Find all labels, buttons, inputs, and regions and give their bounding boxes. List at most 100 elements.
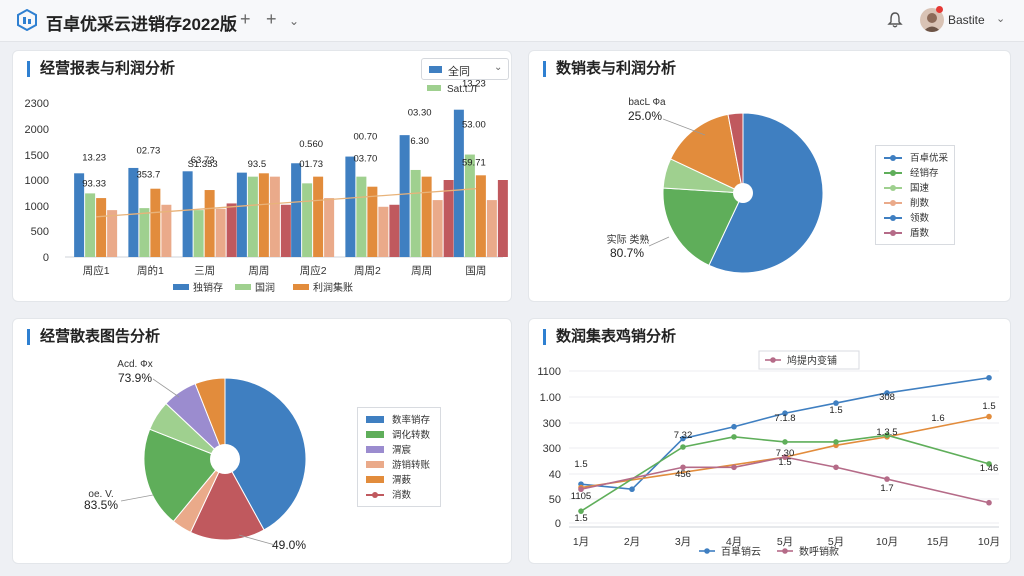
legend-item: 渭宸 bbox=[366, 442, 432, 457]
legend-label: 数率销存 bbox=[392, 415, 431, 426]
legend-item: 游销转账 bbox=[366, 457, 432, 472]
y-tick-label: 1100 bbox=[537, 366, 561, 378]
bar bbox=[280, 204, 291, 257]
pie-percentage: 25.0% bbox=[628, 109, 662, 123]
bar bbox=[486, 200, 497, 257]
legend-item: 削数 bbox=[884, 195, 946, 210]
data-label: 01.73 bbox=[299, 159, 323, 170]
legend-label: 独销存 bbox=[193, 281, 223, 294]
legend-marker bbox=[372, 492, 378, 498]
legend-marker bbox=[890, 230, 896, 236]
bar bbox=[204, 190, 215, 257]
bar bbox=[215, 208, 226, 257]
bar bbox=[193, 210, 204, 257]
bar bbox=[389, 204, 400, 257]
pie-label: 实际 类熟 bbox=[607, 233, 650, 246]
more-dropdown-button[interactable]: ⌄ bbox=[289, 11, 299, 31]
legend-swatch bbox=[366, 431, 384, 438]
legend-swatch bbox=[366, 446, 384, 453]
bar bbox=[378, 206, 389, 257]
data-label: S1.353 bbox=[188, 159, 218, 170]
y-tick-label: 1000 bbox=[25, 175, 49, 187]
legend-marker bbox=[890, 185, 896, 191]
legend-swatch bbox=[366, 461, 384, 468]
data-point bbox=[782, 439, 788, 445]
operating-chart-panel: 经营散表图告分析 Acd. Фx 73.9% oe. V. 83.5% 49.0% 数率… bbox=[12, 318, 512, 564]
bar bbox=[497, 180, 508, 257]
y-tick-label: 1000 bbox=[25, 201, 49, 213]
bar bbox=[421, 176, 432, 257]
bar bbox=[182, 171, 193, 257]
legend-marker bbox=[782, 548, 788, 554]
x-tick-label: 10月 bbox=[978, 536, 1000, 548]
add-item-button[interactable]: + bbox=[266, 9, 277, 29]
pie-label: Acd. Фx bbox=[117, 359, 152, 370]
y-tick-label: 0 bbox=[555, 518, 561, 530]
y-tick-label: 50 bbox=[549, 494, 561, 506]
x-tick-label: 周应2 bbox=[300, 264, 327, 277]
bar bbox=[139, 208, 150, 257]
legend-label: 数呼销款 bbox=[799, 545, 839, 558]
y-tick-label: 300 bbox=[543, 418, 561, 430]
add-tab-button[interactable]: + bbox=[240, 9, 251, 29]
data-label: 93.5 bbox=[248, 159, 267, 170]
pie-legend: 数率销存 调化转数渭宸 游销转账 渭薮 消数 bbox=[357, 407, 441, 507]
legend-marker bbox=[890, 200, 896, 206]
bar bbox=[302, 183, 313, 257]
bar bbox=[313, 176, 324, 257]
bar-chart: 230020001500100010005000Sat.t.Л周应1 周的1 三周周… bbox=[25, 79, 508, 294]
legend-item: 消数 bbox=[366, 487, 432, 502]
leader-line bbox=[648, 236, 670, 247]
legend-item: 领数 bbox=[884, 210, 946, 225]
app-title: 百卓优采云进销存2022版 bbox=[46, 15, 237, 34]
user-name[interactable]: Bastite bbox=[948, 13, 985, 27]
y-tick-label: 40 bbox=[549, 469, 561, 481]
data-label: 03.30 bbox=[408, 107, 432, 118]
data-label: 93.33 bbox=[82, 178, 106, 189]
legend-swatch bbox=[235, 284, 251, 290]
y-tick-label: 1.00 bbox=[540, 392, 561, 404]
y-tick-label: 2300 bbox=[25, 98, 49, 110]
data-point bbox=[884, 476, 890, 482]
legend-swatch bbox=[366, 416, 384, 423]
notification-bell-icon[interactable] bbox=[886, 11, 904, 29]
legend-item: 数率销存 bbox=[366, 412, 432, 427]
legend-item: 渭薮 bbox=[366, 472, 432, 487]
x-tick-label: 三周 bbox=[194, 265, 215, 277]
bar bbox=[107, 210, 118, 257]
legend-label: 经销存 bbox=[910, 168, 939, 179]
data-point bbox=[833, 464, 839, 471]
bar bbox=[226, 203, 237, 257]
bar bbox=[324, 198, 335, 257]
legend-swatch bbox=[173, 284, 189, 290]
x-tick-label: 2月 bbox=[624, 536, 640, 548]
legend-label: 利润集账 bbox=[313, 281, 353, 294]
bar bbox=[356, 176, 367, 257]
legend-marker bbox=[890, 155, 896, 161]
bar bbox=[236, 172, 247, 257]
chevron-down-icon: ⌄ bbox=[289, 14, 300, 28]
data-label: 353.7 bbox=[136, 170, 160, 181]
legend-label: 渭宸 bbox=[392, 445, 412, 456]
legend-item: 调化转数 bbox=[366, 427, 432, 442]
legend-item: 国速 bbox=[884, 180, 946, 195]
legend-label: 百卓优采 bbox=[910, 153, 949, 164]
data-point bbox=[986, 413, 992, 420]
legend-label: 国润 bbox=[255, 281, 275, 294]
pie-center-hole bbox=[733, 183, 753, 203]
data-label: 308 bbox=[879, 392, 895, 403]
bar bbox=[399, 135, 410, 257]
data-label: 1.5 bbox=[574, 513, 587, 524]
data-label: 13.23 bbox=[82, 152, 106, 163]
x-tick-label: 周的1 bbox=[137, 264, 164, 277]
legend-marker bbox=[890, 215, 896, 221]
chevron-down-icon[interactable]: ⌄ bbox=[996, 12, 1005, 25]
bar bbox=[161, 204, 172, 257]
data-point bbox=[680, 444, 686, 450]
y-tick-label: 2000 bbox=[25, 124, 49, 136]
legend-label: 削数 bbox=[910, 198, 930, 209]
data-label: 0.560 bbox=[299, 139, 323, 150]
x-tick-label: 1月 bbox=[573, 536, 589, 548]
data-label: 03.70 bbox=[353, 154, 377, 165]
y-tick-label: 1500 bbox=[25, 150, 49, 162]
